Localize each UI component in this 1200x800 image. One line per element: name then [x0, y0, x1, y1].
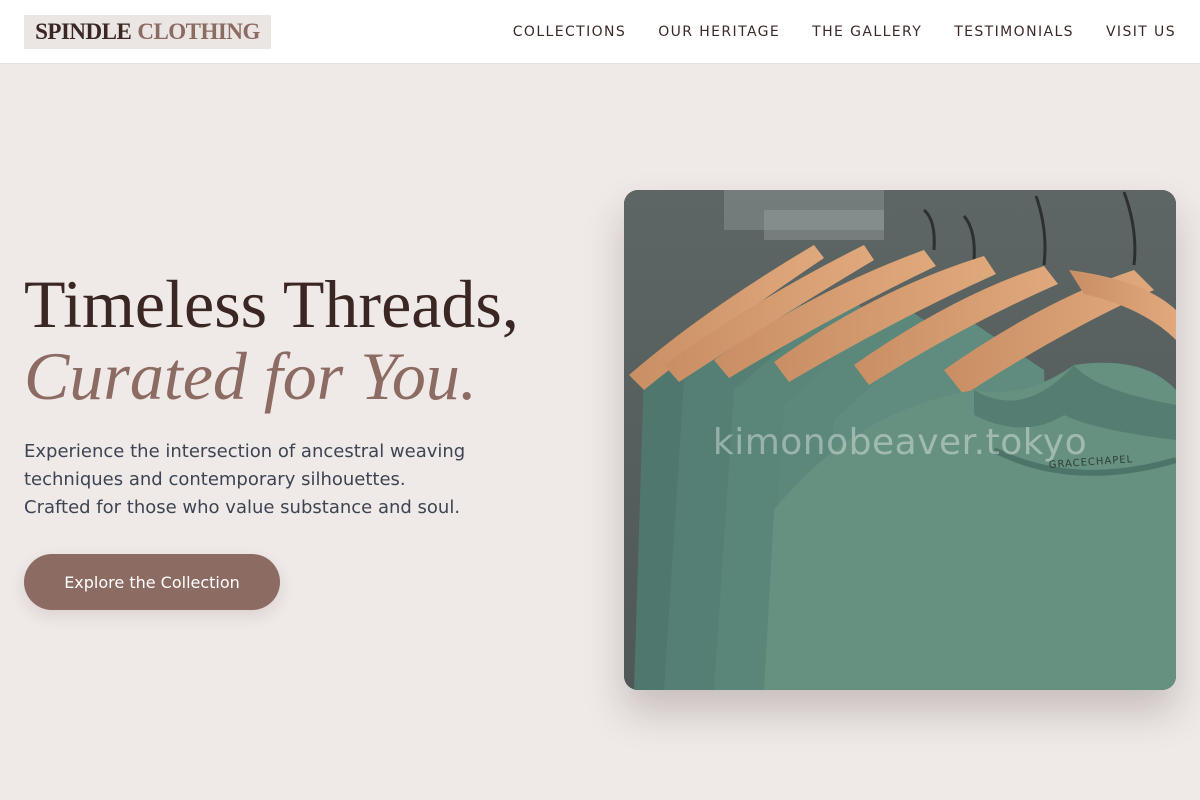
- top-navbar: SPINDLE CLOTHING COLLECTIONS OUR HERITAG…: [0, 0, 1200, 64]
- main-nav: COLLECTIONS OUR HERITAGE THE GALLERY TES…: [481, 0, 1176, 64]
- nav-link-gallery[interactable]: THE GALLERY: [812, 24, 922, 40]
- brand-name-primary: SPINDLE: [35, 19, 132, 44]
- explore-collection-button[interactable]: Explore the Collection: [24, 554, 280, 610]
- image-watermark: kimonobeaver.tokyo: [712, 422, 1088, 463]
- nav-link-heritage[interactable]: OUR HERITAGE: [658, 24, 780, 40]
- nav-link-collections[interactable]: COLLECTIONS: [513, 24, 626, 40]
- hero-description-line: Crafted for those who value substance an…: [24, 497, 461, 518]
- hero-title: Timeless Threads, Curated for You.: [24, 268, 604, 412]
- hero-description: Experience the intersection of ancestral…: [24, 438, 544, 522]
- hero-description-line: Experience the intersection of ancestral…: [24, 441, 466, 462]
- hero-title-line2: Curated for You.: [24, 338, 477, 414]
- brand-name-secondary: CLOTHING: [137, 19, 260, 44]
- nav-link-visit-us[interactable]: VISIT US: [1106, 24, 1176, 40]
- hero-title-line1: Timeless Threads,: [24, 266, 519, 342]
- hero-image: GRACECHAPEL kimonobeaver.tokyo: [624, 190, 1176, 690]
- nav-link-testimonials[interactable]: TESTIMONIALS: [954, 24, 1074, 40]
- hero-description-line: techniques and contemporary silhouettes.: [24, 469, 406, 490]
- brand-logo[interactable]: SPINDLE CLOTHING: [24, 15, 271, 49]
